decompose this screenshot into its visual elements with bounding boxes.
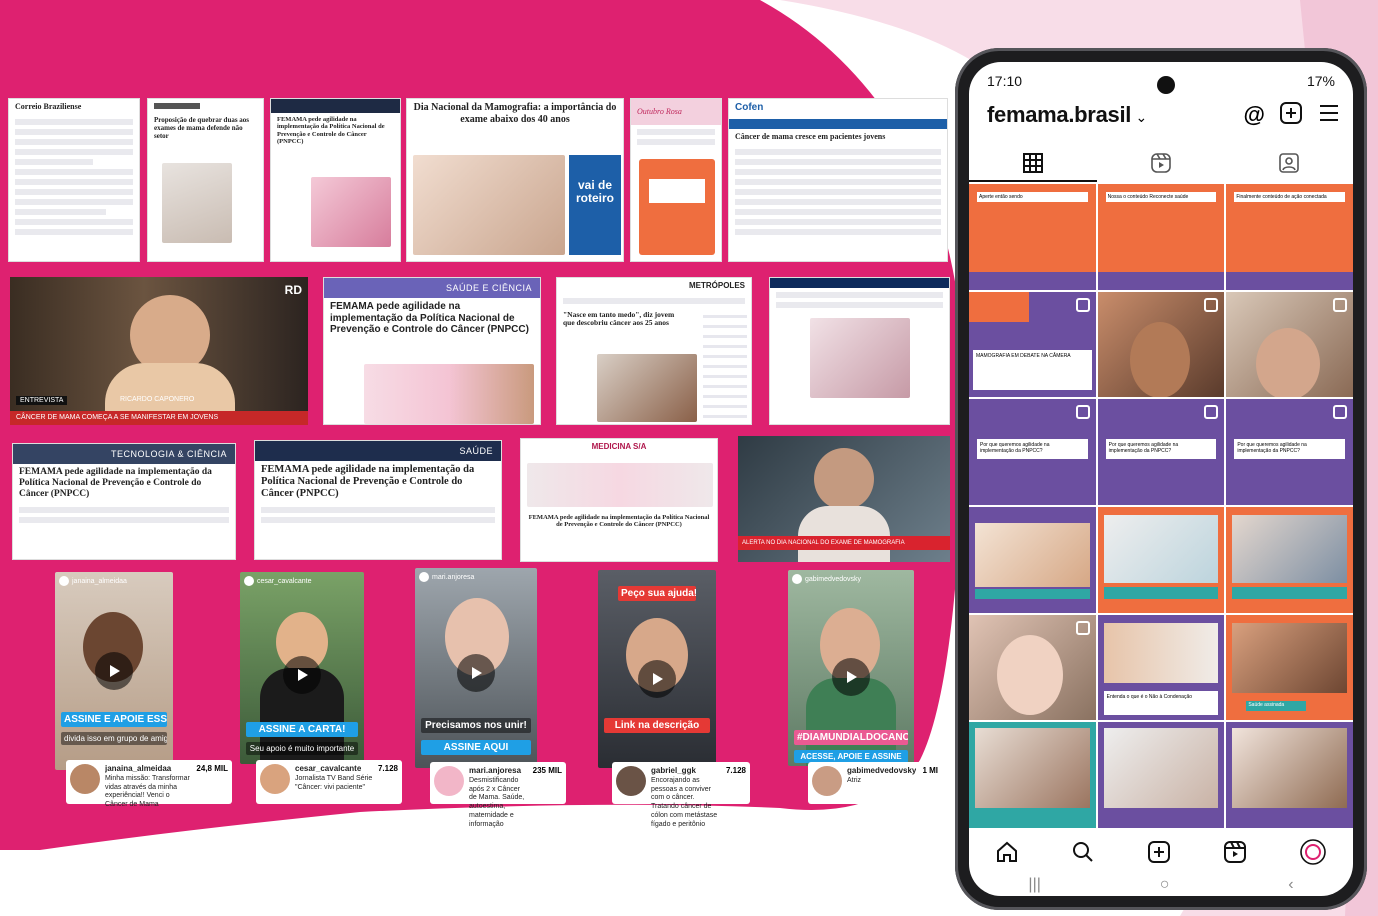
grid-post[interactable]: Por que queremos agilidade na implementa… xyxy=(969,399,1096,505)
instagram-screen: 17:10 17% femama.brasil ⌄ @ Aperte então… xyxy=(969,62,1353,896)
reels-badge-icon xyxy=(1204,405,1219,420)
posts-grid: Aperte então sendo Nossa o conteúdo Reco… xyxy=(969,184,1353,828)
grid-post[interactable] xyxy=(969,614,1096,721)
clipping-mamografia: Dia Nacional da Mamografia: a importânci… xyxy=(406,98,624,262)
clipping-photo xyxy=(162,163,232,243)
grid-post[interactable] xyxy=(1097,291,1225,398)
grid-post[interactable]: Por que queremos agilidade na implementa… xyxy=(1097,399,1225,505)
profile-header: femama.brasil ⌄ @ xyxy=(987,100,1341,130)
grid-post[interactable]: MAMOGRAFIA EM DEBATE NA CÂMERA xyxy=(969,291,1096,398)
reels-icon[interactable] xyxy=(1141,148,1181,178)
reel-cesar[interactable]: cesar_cavalcante ASSINE A CARTA! Seu apo… xyxy=(240,572,364,764)
front-camera xyxy=(1157,76,1175,94)
menu-icon[interactable] xyxy=(1317,101,1341,130)
clipping-photo xyxy=(413,155,565,255)
back-icon[interactable]: ‹ xyxy=(1288,876,1293,894)
clipping-saude: SAÚDE FEMAMA pede agilidade na implement… xyxy=(254,440,502,560)
profile-card-gabimedvedovsky[interactable]: gabimedvedovsky Atriz 1 MI xyxy=(808,762,942,804)
grid-post[interactable]: Por que queremos agilidade na implementa… xyxy=(1226,399,1353,505)
play-icon[interactable] xyxy=(638,660,676,698)
clipping-photo xyxy=(364,364,534,424)
grid-post[interactable] xyxy=(969,506,1096,613)
clipping-photo xyxy=(311,177,391,247)
clipping-outubro-rosa: Outubro Rosa xyxy=(630,98,722,262)
reels-badge-icon xyxy=(1075,405,1090,420)
reels-badge-icon xyxy=(1332,297,1347,312)
profile-tabs xyxy=(969,146,1353,180)
profile-username[interactable]: femama.brasil ⌄ xyxy=(987,102,1147,128)
clipping-metropoles: METRÓPOLES "Nasce em tanto medo", diz jo… xyxy=(556,277,752,425)
ad-badge: vai de roteiro xyxy=(569,155,621,255)
grid-post[interactable]: Nossa o conteúdo Reconecte saúde xyxy=(1097,184,1225,290)
profile-card-cesar[interactable]: cesar_cavalcante Jornalista TV Band Série… xyxy=(256,760,402,804)
clipping-cofen: Cofen Câncer de mama cresce em pacientes… xyxy=(728,98,948,262)
avatar xyxy=(260,764,290,794)
profile-card-mari[interactable]: mari.anjoresa Desmistificando após 2 x Câ… xyxy=(430,762,566,828)
grid-post[interactable] xyxy=(1097,722,1225,828)
grid-post[interactable] xyxy=(969,722,1096,828)
home-icon[interactable] xyxy=(995,840,1019,869)
reels-badge-icon xyxy=(1204,297,1219,312)
reel-gabriel[interactable]: Peço sua ajuda!! Link na descrição xyxy=(598,570,716,768)
reel-mari[interactable]: mari.anjoresa Precisamos nos unir! ASSIN… xyxy=(415,568,537,768)
collage-stage: Correio Braziliense Proposição de quebra… xyxy=(0,0,1378,916)
status-battery: 17% xyxy=(1306,73,1335,89)
active-tab-indicator xyxy=(969,180,1097,182)
grid-post[interactable] xyxy=(1226,722,1353,828)
play-icon[interactable] xyxy=(457,654,495,692)
status-time: 17:10 xyxy=(987,73,1023,89)
home-button-icon[interactable]: ○ xyxy=(1160,876,1170,894)
search-icon[interactable] xyxy=(1071,840,1095,869)
chevron-down-icon: ⌄ xyxy=(1135,109,1148,125)
reel-gabimedvedovsky[interactable]: gabimedvedovsky #DIAMUNDIALDOCANCER ACES… xyxy=(788,570,914,766)
threads-icon[interactable]: @ xyxy=(1244,102,1265,128)
clipping-pnpcc-1: FEMAMA pede agilidade na implementação d… xyxy=(270,98,401,262)
clipping-photo xyxy=(527,463,713,507)
clipping-correio: Correio Braziliense xyxy=(8,98,140,262)
system-navigation: ||| ○ ‹ xyxy=(969,874,1353,896)
bottom-navigation xyxy=(969,832,1353,876)
tv-news-video[interactable]: ALERTA NO DIA NACIONAL DO EXAME DE MAMOG… xyxy=(738,436,950,562)
grid-post[interactable] xyxy=(1226,291,1353,398)
recent-apps-icon[interactable]: ||| xyxy=(1028,876,1040,894)
clipping-exames: Proposição de quebrar duas aos exames de… xyxy=(147,98,264,262)
clipping-photo xyxy=(597,354,697,422)
avatar xyxy=(70,764,100,794)
reels-nav-icon[interactable] xyxy=(1223,840,1247,869)
grid-post[interactable]: Finalmente conteúdo de ação conectada xyxy=(1226,184,1353,290)
play-icon[interactable] xyxy=(95,652,133,690)
clipping-medicina-sa: MEDICINA S/A FEMAMA pede agilidade na im… xyxy=(520,438,718,562)
create-icon[interactable] xyxy=(1147,840,1171,869)
avatar xyxy=(434,766,464,796)
reels-badge-icon xyxy=(1075,620,1090,635)
grid-post[interactable] xyxy=(1226,506,1353,613)
add-post-icon[interactable] xyxy=(1279,101,1303,130)
clipping-tecnologia: TECNOLOGIA & CIÊNCIA FEMAMA pede agilida… xyxy=(12,443,236,560)
phone-mockup: 17:10 17% femama.brasil ⌄ @ Aperte então… xyxy=(955,48,1367,910)
tv-interview-video[interactable]: RD ENTREVISTA RICARDO CAPONERO CÂNCER DE… xyxy=(10,277,308,425)
profile-card-janaina[interactable]: janaina_almeidaa Minha missão: Transforma… xyxy=(66,760,232,808)
profile-icon[interactable] xyxy=(1299,838,1327,871)
reel-janaina[interactable]: janaina_almeidaa ASSINE E APOIE ESSA CAU… xyxy=(55,572,173,770)
avatar xyxy=(812,766,842,796)
reels-badge-icon xyxy=(1075,297,1090,312)
clipping-saude-ciencia: SAÚDE E CIÊNCIA FEMAMA pede agilidade na… xyxy=(323,277,541,425)
grid-post[interactable]: Saúde assinada xyxy=(1226,614,1353,721)
grid-post[interactable] xyxy=(1097,506,1225,613)
tagged-icon[interactable] xyxy=(1269,148,1309,178)
clipping-portal xyxy=(769,277,950,425)
clipping-photo xyxy=(810,318,910,398)
grid-icon[interactable] xyxy=(1013,148,1053,178)
grid-post[interactable]: Entenda o que é o Não à Condenação xyxy=(1097,614,1225,721)
play-icon[interactable] xyxy=(832,658,870,696)
avatar xyxy=(616,766,646,796)
grid-post[interactable]: Aperte então sendo xyxy=(969,184,1096,290)
reels-badge-icon xyxy=(1332,405,1347,420)
profile-card-gabriel[interactable]: gabriel_ggk Encorajando as pessoas a conv… xyxy=(612,762,750,828)
play-icon[interactable] xyxy=(283,656,321,694)
